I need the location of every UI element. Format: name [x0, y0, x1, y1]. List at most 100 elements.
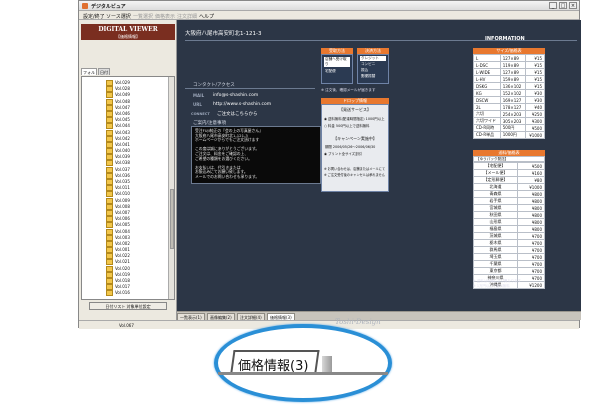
folder-icon	[106, 203, 113, 210]
minimize-button[interactable]: _	[549, 2, 557, 9]
table-cell: 千葉県	[472, 260, 519, 268]
menu-source[interactable]: ソース選択	[106, 13, 131, 20]
table-row: CD-R単品 1000円 ¥1000	[473, 131, 545, 139]
table-cell: ¥15	[525, 61, 545, 69]
info-rule	[185, 40, 577, 41]
table-row: 埼玉県 ¥700	[472, 253, 545, 261]
folder-icon	[106, 191, 113, 198]
table-row: 千葉県 ¥700	[472, 260, 545, 268]
folder-icon	[106, 154, 113, 161]
menu-settings[interactable]: 設定/終了	[83, 13, 105, 20]
folder-label: Vol.018	[115, 278, 130, 283]
table-row: 【メール便】 ¥160	[472, 169, 545, 177]
folder-label: Vol.046	[115, 110, 130, 116]
delivery-label: 【発送サービス】	[339, 107, 371, 112]
folder-icon	[106, 135, 113, 142]
table-cell: ¥700	[517, 253, 545, 261]
nav-home-delivery[interactable]: 宅配便	[324, 69, 350, 74]
table-cell: ¥800	[517, 225, 545, 233]
scrollbar-thumb[interactable]	[170, 189, 174, 249]
table-cell: 305×203	[499, 117, 527, 125]
sidebar-subtitle: 【価格情報】	[116, 34, 140, 39]
table-cell: ¥30	[525, 89, 545, 97]
table-cell: 152×102	[499, 89, 527, 97]
nav-credit[interactable]: クレジット	[360, 56, 386, 61]
table-cell: ¥700	[517, 232, 545, 240]
folder-label: Vol.028	[115, 86, 130, 92]
table-row: 秋田県 ¥800	[472, 211, 545, 219]
menu-bar: 設定/終了 ソース選択 一覧選択 価格表示 注文詳細 ヘルプ	[79, 11, 579, 20]
table-row: 茨城県 ¥700	[472, 232, 545, 240]
folder-item[interactable]: Vol.016	[106, 290, 130, 297]
table-row: DSKG 136×102 ¥15	[473, 82, 545, 90]
folder-label: Vol.007	[115, 209, 130, 215]
folder-label: Vol.001	[115, 247, 130, 253]
contact-connect[interactable]: ご注文はこちらから	[217, 111, 258, 117]
menu-help[interactable]: ヘルプ	[199, 13, 214, 20]
tab-folder[interactable]: フォルダ	[81, 68, 97, 82]
delivery-option-2[interactable]: ○ 料金 500円以上で送料無料	[324, 123, 386, 128]
maximize-button[interactable]: □	[559, 2, 567, 9]
table-row: CD-R同時 500円 ¥500	[473, 124, 545, 132]
campaign-option[interactable]: ◉ プリント全サイズ割引	[324, 151, 386, 156]
table-cell: 秋田県	[472, 211, 519, 219]
date-list-button[interactable]: 日付リスト 対象単位設定	[89, 302, 167, 310]
notice-line: メールでのお問い合わせも承ります。	[195, 173, 260, 179]
app-icon	[82, 3, 88, 9]
table-row: 青森県 ¥800	[472, 190, 545, 198]
watermark: Toshi-Design	[335, 318, 381, 326]
delivery-option-1[interactable]: ◉ 送料無料(配達時間指定) 1000円以上	[324, 116, 386, 121]
menu-price[interactable]: 価格表示	[155, 13, 175, 20]
folder-label: Vol.029	[115, 80, 130, 85]
table-cell: L-DSC	[473, 61, 501, 69]
table-cell: 六切	[473, 110, 501, 118]
folder-label: Vol.010	[115, 191, 130, 197]
tab-date[interactable]: 日付	[98, 68, 110, 75]
folder-label: Vol.011	[115, 185, 130, 191]
table-cell: 159×89	[499, 75, 527, 83]
campaign-heading: 【キャンペーン実施中】	[333, 136, 377, 141]
table-cell: KG	[473, 89, 501, 97]
table-cell: ¥700	[517, 274, 545, 282]
folder-label: Vol.017	[115, 284, 130, 290]
folder-icon	[106, 117, 113, 124]
contact-mail[interactable]: info@s-shashin.com	[213, 93, 258, 98]
table-cell: 山形県	[472, 218, 519, 226]
table-cell: ¥30	[525, 96, 545, 104]
folder-label: Vol.041	[115, 141, 130, 147]
nav-postal[interactable]: 郵便振替	[360, 74, 386, 79]
folder-icon	[106, 179, 113, 185]
delivery-option-2-label: 料金 500円以上で送料無料	[328, 124, 370, 128]
title-bar: デジタルビュア _ □ ×	[79, 1, 579, 11]
folder-label: Vol.048	[115, 98, 130, 104]
menu-list[interactable]: 一覧選択	[133, 13, 153, 20]
table-cell: ¥40	[525, 103, 545, 111]
folder-icon	[106, 166, 113, 173]
table-cell: 埼玉県	[472, 253, 519, 261]
table-cell: 宮城県	[472, 204, 519, 212]
price-table: 【宅配便】 ¥500 【メール便】 ¥160 【定形郵便】 ¥80 北海道 ¥1000 青森県 ¥…	[472, 162, 545, 289]
table-cell: 栃木県	[472, 239, 519, 247]
tree-scrollbar[interactable]	[168, 77, 174, 299]
table-cell: L-HV	[473, 75, 501, 83]
nav-transfer[interactable]: 振込	[360, 68, 386, 73]
table-row: 六切 254×203 ¥250	[473, 110, 545, 118]
folder-label: Vol.038	[115, 160, 130, 166]
nav-convenience[interactable]: コンビニ	[360, 62, 386, 67]
close-button[interactable]: ×	[569, 2, 577, 9]
table-cell: ¥800	[517, 218, 545, 226]
contact-url[interactable]: http://www.s-shashin.com	[213, 102, 271, 107]
folder-icon	[106, 98, 113, 105]
table-cell: ¥1000	[525, 131, 545, 139]
nav-store[interactable]: 店舗へ受け取り	[324, 57, 350, 67]
folder-icon	[106, 284, 113, 291]
folder-icon	[106, 86, 113, 93]
table-row: L-WIDE 127×89 ¥15	[473, 68, 545, 76]
menu-order[interactable]: 注文詳細	[177, 13, 197, 20]
table-row: 【宅配便】 ¥500	[472, 162, 545, 170]
sidebar-tabs: フォルダ 日付	[81, 68, 175, 82]
nav-col1: 店舗へ受け取り 宅配便	[321, 54, 353, 84]
contact-connect-label: CONNECT	[191, 112, 210, 116]
table-cell: 127×89	[499, 54, 527, 62]
table-row: 栃木県 ¥700	[472, 239, 545, 247]
